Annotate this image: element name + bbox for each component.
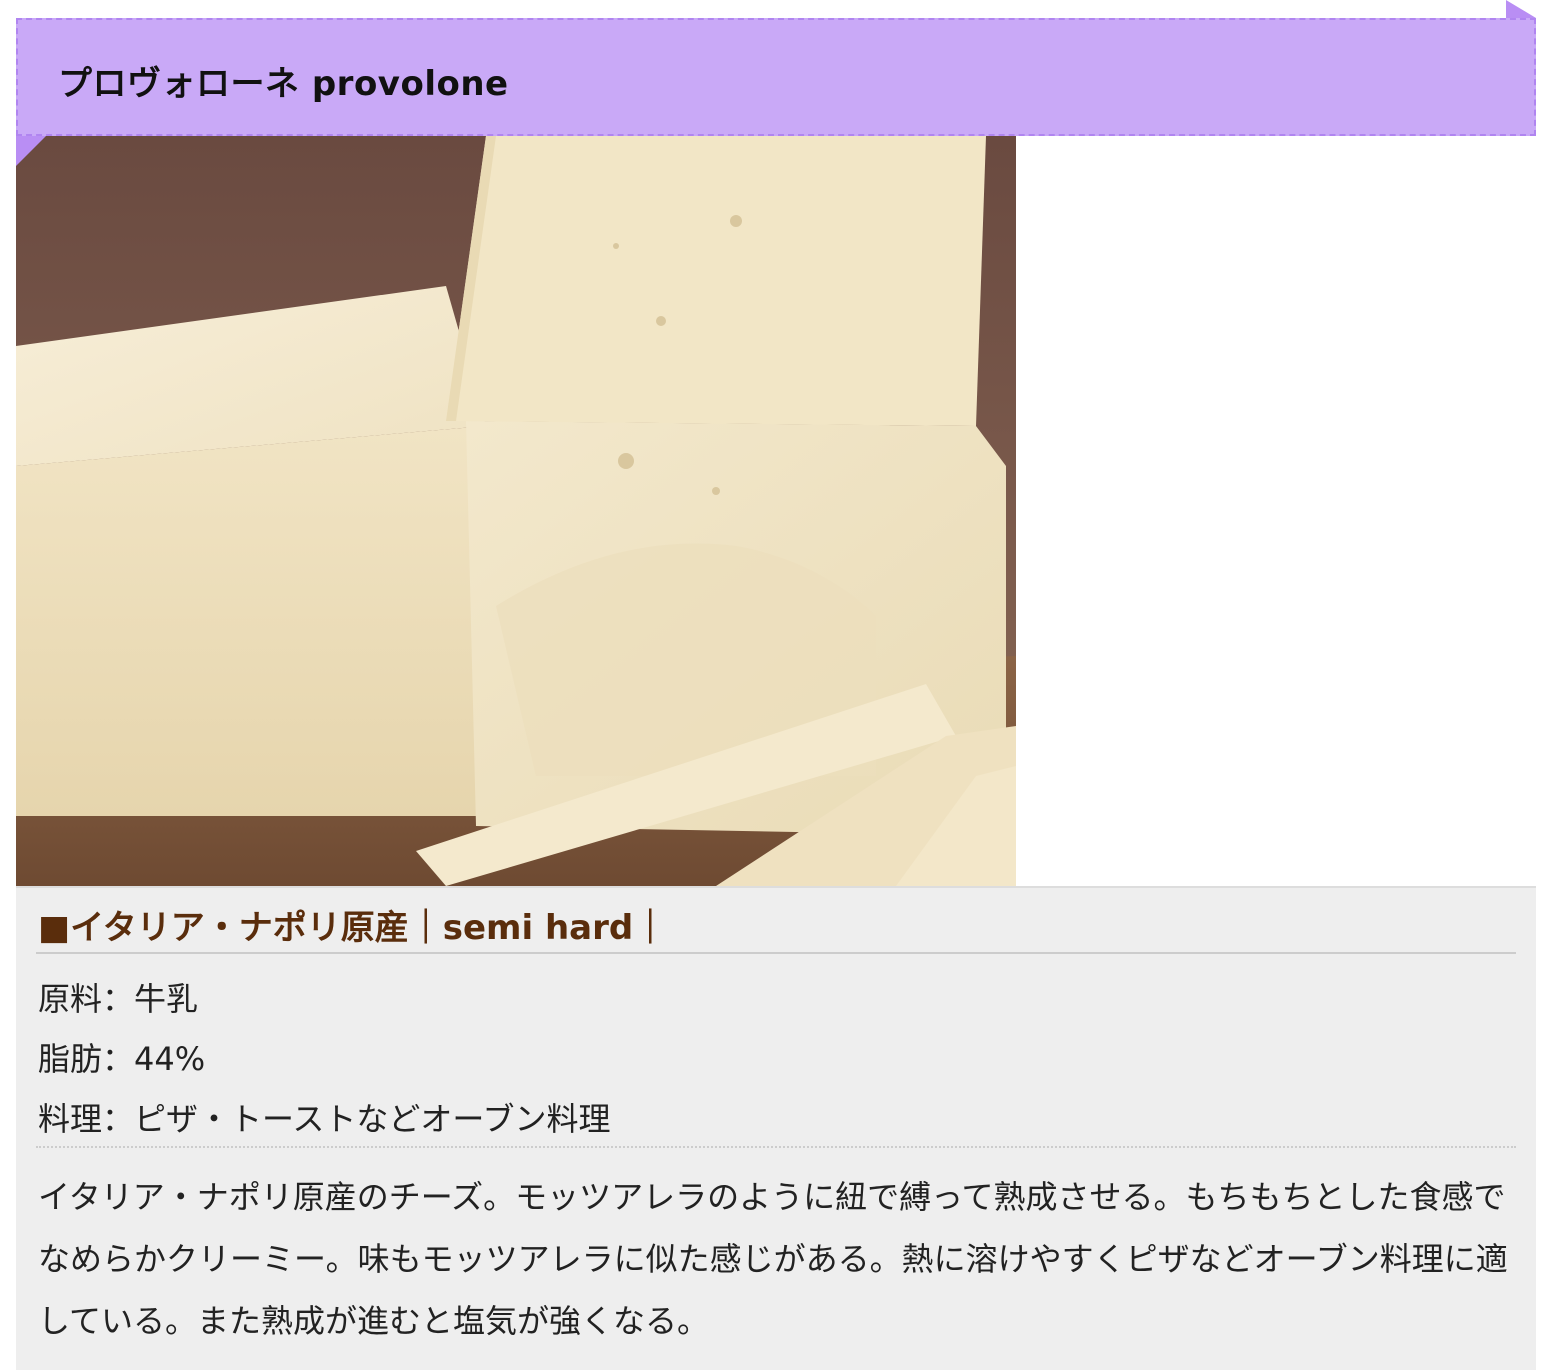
ribbon-fold-corner-left (16, 136, 46, 166)
description: イタリア・ナポリ原産のチーズ。モッツアレラのように紐で縛って熟成させる。もちもち… (38, 1178, 1508, 1340)
cheese-card: プロヴォローネ provolone ■イタリア・ナポリ原産｜semi hard｜… (0, 0, 1542, 1370)
origin-heading: ■イタリア・ナポリ原産｜semi hard｜ (38, 908, 668, 948)
cheese-title: プロヴォローネ provolone (58, 64, 509, 104)
cheese-photo (16, 136, 1016, 886)
info-panel: ■イタリア・ナポリ原産｜semi hard｜ 原料：牛乳 脂肪：44% 料理：ピ… (16, 886, 1536, 1370)
spec-ingredient: 原料：牛乳 (38, 980, 199, 1018)
spec-fat: 脂肪：44% (38, 1040, 206, 1078)
ribbon-fold-corner (1506, 0, 1536, 18)
title-ribbon: プロヴォローネ provolone (16, 18, 1536, 136)
divider (36, 952, 1516, 954)
divider-dotted (36, 1146, 1516, 1148)
cheese-illustration (16, 136, 1016, 886)
spec-dish: 料理：ピザ・トーストなどオーブン料理 (38, 1100, 611, 1138)
